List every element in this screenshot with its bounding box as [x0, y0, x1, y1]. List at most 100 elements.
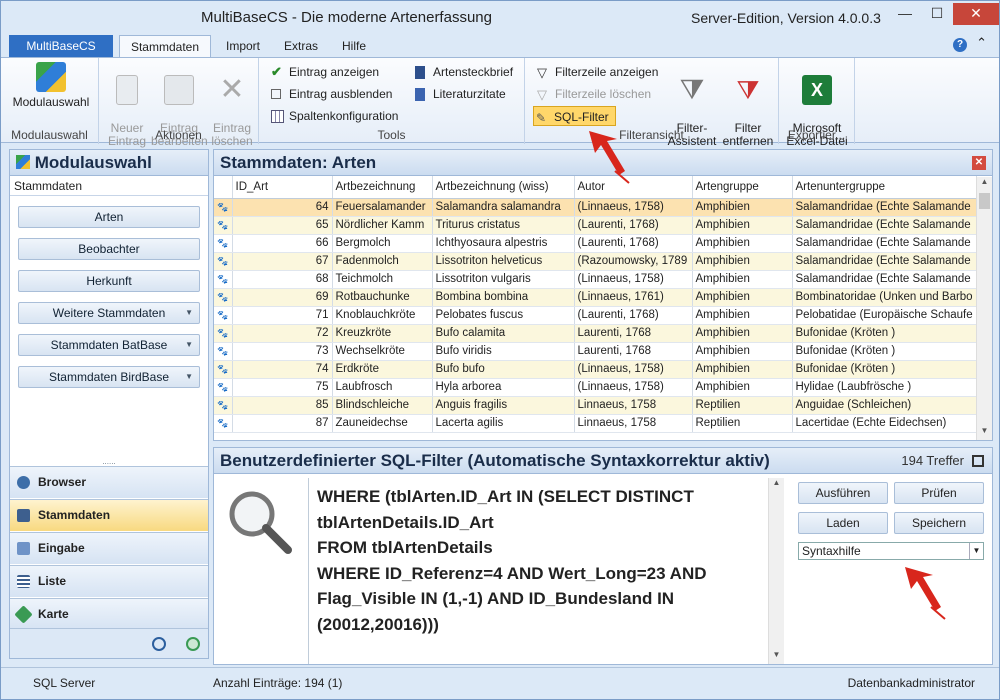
- sql-panel-header: Benutzerdefinierter SQL-Filter (Automati…: [214, 448, 992, 474]
- nav-karte[interactable]: Karte: [10, 598, 208, 630]
- splitter-handle[interactable]: ......: [10, 458, 208, 466]
- sql-query-editor[interactable]: WHERE (tblArten.ID_Art IN (SELECT DISTIN…: [308, 478, 768, 664]
- sql-wand-icon: ✎: [536, 111, 547, 125]
- tab-hilfe[interactable]: Hilfe: [331, 35, 377, 57]
- column-header[interactable]: Artbezeichnung: [332, 176, 433, 199]
- nav-liste[interactable]: Liste: [10, 565, 208, 597]
- book-icon: [415, 66, 425, 79]
- table-row[interactable]: 🐾 72 Kreuzkröte Bufo calamita Laurenti, 1768…: [214, 324, 977, 343]
- syntax-help-value: Syntaxhilfe: [802, 544, 861, 558]
- species-panel: Stammdaten: Arten ✕ ID_Art Artbezeichnung…: [213, 149, 993, 441]
- table-cell: Reptilien: [692, 414, 793, 433]
- table-cell: 75: [232, 378, 333, 397]
- column-header[interactable]: Artbezeichnung (wiss): [432, 176, 575, 199]
- table-row[interactable]: 🐾 65 Nördlicher Kamm Triturus cristatus (Lau…: [214, 216, 977, 235]
- table-row[interactable]: 🐾 75 Laubfrosch Hyla arborea (Linnaeus, 1758…: [214, 378, 977, 397]
- table-row[interactable]: 🐾 71 Knoblauchkröte Pelobates fuscus (Lauren…: [214, 306, 977, 325]
- table-cell: Amphibien: [692, 216, 793, 235]
- tab-stammdaten[interactable]: Stammdaten: [119, 35, 211, 57]
- paw-icon: 🐾: [214, 396, 233, 415]
- nav-browser[interactable]: Browser: [10, 466, 208, 498]
- close-panel-icon[interactable]: ✕: [972, 156, 986, 170]
- column-header[interactable]: Artenuntergruppe: [792, 176, 977, 199]
- chevron-down-icon[interactable]: ▼: [969, 543, 983, 559]
- table-row[interactable]: 🐾 69 Rotbauchunke Bombina bombina (Linnaeus,…: [214, 288, 977, 307]
- show-entry-button[interactable]: ✔ Eintrag anzeigen: [269, 62, 379, 82]
- table-cell: 85: [232, 396, 333, 415]
- table-scrollbar[interactable]: ▲ ▼: [976, 177, 992, 440]
- scroll-down-icon[interactable]: ▼: [769, 650, 784, 664]
- show-filter-row-button[interactable]: ▽ Filterzeile anzeigen: [535, 62, 658, 82]
- weitere-stammdaten-button[interactable]: Weitere Stammdaten ▼: [18, 302, 200, 324]
- table-row[interactable]: 🐾 73 Wechselkröte Bufo viridis Laurenti, 176…: [214, 342, 977, 361]
- clear-filter-row-button[interactable]: ▽ Filterzeile löschen: [535, 84, 651, 104]
- table-cell: Salamandra salamandra: [432, 198, 575, 217]
- load-button[interactable]: Laden: [798, 512, 888, 534]
- table-row[interactable]: 🐾 66 Bergmolch Ichthyosaura alpestris (Laure…: [214, 234, 977, 253]
- ribbon-collapse-icon[interactable]: ⌃: [976, 35, 987, 51]
- modulauswahl-button[interactable]: Modulauswahl: [9, 62, 93, 109]
- paw-icon: 🐾: [214, 198, 233, 217]
- table-row[interactable]: 🐾 74 Erdkröte Bufo bufo (Linnaeus, 1758) Amph…: [214, 360, 977, 379]
- globe-icon[interactable]: [152, 637, 166, 651]
- checkmark-icon: ✔: [271, 64, 282, 79]
- sql-filter-button[interactable]: ✎ SQL-Filter: [533, 106, 616, 126]
- table-cell: Amphibien: [692, 360, 793, 379]
- scroll-down-icon[interactable]: ▼: [977, 426, 992, 440]
- stammdaten-birdbase-button[interactable]: Stammdaten BirdBase ▼: [18, 366, 200, 388]
- species-profile-button[interactable]: Artensteckbrief: [413, 62, 513, 82]
- app-menu-button[interactable]: MultiBaseCS: [9, 35, 113, 57]
- maximize-button[interactable]: ☐: [921, 3, 953, 25]
- print-icon[interactable]: [972, 455, 984, 467]
- table-row[interactable]: 🐾 85 Blindschleiche Anguis fragilis Linnaeus…: [214, 396, 977, 415]
- arten-button[interactable]: Arten: [18, 206, 200, 228]
- check-button[interactable]: Prüfen: [894, 482, 984, 504]
- paw-icon: 🐾: [214, 360, 233, 379]
- scroll-up-icon[interactable]: ▲: [769, 478, 784, 492]
- table-cell: Bufonidae (Kröten ): [792, 342, 977, 361]
- nav-stammdaten[interactable]: Stammdaten: [10, 499, 208, 531]
- browser-icon: [17, 476, 30, 489]
- table-cell: Erdkröte: [332, 360, 433, 379]
- scroll-thumb[interactable]: [979, 193, 990, 209]
- nav-eingabe[interactable]: Eingabe: [10, 532, 208, 564]
- save-button[interactable]: Speichern: [894, 512, 984, 534]
- scroll-up-icon[interactable]: ▲: [977, 177, 992, 191]
- table-cell: Salamandridae (Echte Salamande: [792, 216, 977, 235]
- group-modulauswahl: Modulauswahl Modulauswahl: [1, 58, 99, 144]
- table-row[interactable]: 🐾 67 Fadenmolch Lissotriton helveticus (Razo…: [214, 252, 977, 271]
- table-cell: Feuersalamander: [332, 198, 433, 217]
- column-header[interactable]: Artengruppe: [692, 176, 793, 199]
- table-cell: Salamandridae (Echte Salamande: [792, 270, 977, 289]
- execute-button[interactable]: Ausführen: [798, 482, 888, 504]
- table-cell: 68: [232, 270, 333, 289]
- minimize-button[interactable]: —: [889, 3, 921, 25]
- table-row[interactable]: 🐾 87 Zauneidechse Lacerta agilis Linnaeus, 1…: [214, 414, 977, 433]
- stammdaten-batbase-button[interactable]: Stammdaten BatBase ▼: [18, 334, 200, 356]
- sql-filter-panel: Benutzerdefinierter SQL-Filter (Automati…: [213, 447, 993, 665]
- tab-import[interactable]: Import: [215, 35, 271, 57]
- search-globe-icon[interactable]: [186, 637, 200, 651]
- sql-scrollbar[interactable]: ▲ ▼: [768, 478, 784, 664]
- table-cell: Pelobatidae (Europäische Schaufe: [792, 306, 977, 325]
- column-header[interactable]: ID_Art: [232, 176, 333, 199]
- syntax-help-select[interactable]: Syntaxhilfe ▼: [798, 542, 984, 560]
- module-title-text: Modulauswahl: [34, 153, 152, 172]
- grid-config-icon: [271, 110, 284, 123]
- nav-liste-label: Liste: [38, 574, 67, 588]
- hide-entry-button[interactable]: Eintrag ausblenden: [269, 84, 392, 104]
- table-cell: 72: [232, 324, 333, 343]
- map-icon: [14, 605, 33, 624]
- literature-button[interactable]: Literaturzitate: [413, 84, 506, 104]
- herkunft-button[interactable]: Herkunft: [18, 270, 200, 292]
- table-cell: (Linnaeus, 1758): [574, 198, 693, 217]
- beobachter-button[interactable]: Beobachter: [18, 238, 200, 260]
- close-button[interactable]: ✕: [953, 3, 999, 25]
- tab-extras[interactable]: Extras: [275, 35, 327, 57]
- table-row[interactable]: 🐾 64 Feuersalamander Salamandra salamandra(…: [214, 198, 977, 217]
- table-cell: Fadenmolch: [332, 252, 433, 271]
- help-icon[interactable]: ?: [953, 38, 967, 52]
- table-row[interactable]: 🐾 68 Teichmolch Lissotriton vulgaris (Linnae…: [214, 270, 977, 289]
- table-cell: (Laurenti, 1768): [574, 216, 693, 235]
- column-config-button[interactable]: Spaltenkonfiguration: [269, 106, 398, 126]
